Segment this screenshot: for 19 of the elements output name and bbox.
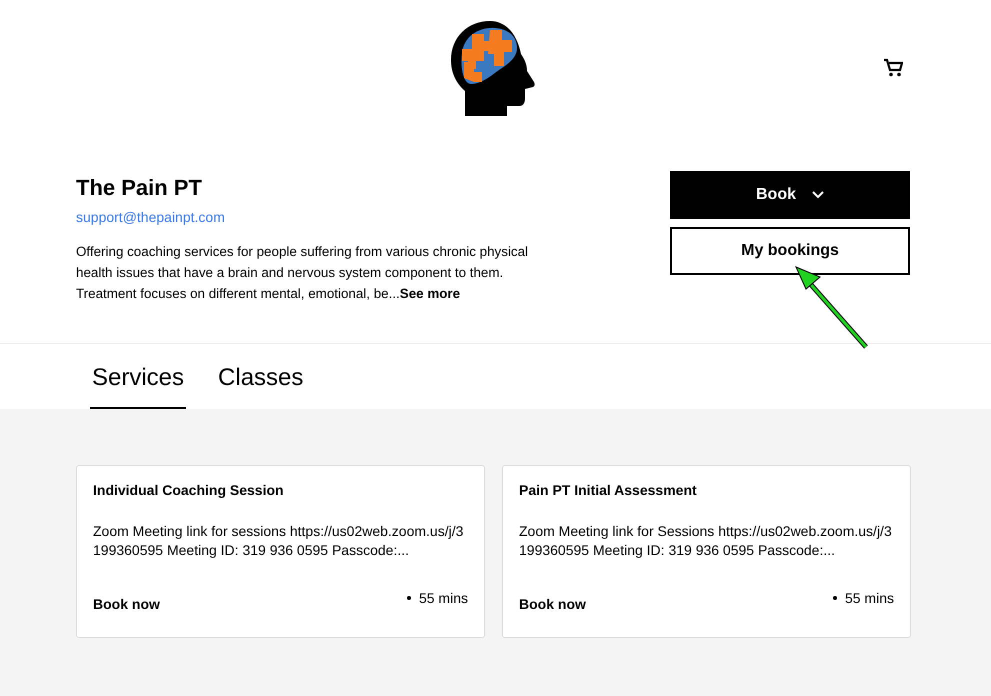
business-description: Offering coaching services for people suffering from various chronic physical health issues that have a brain and nervous system component to them. Treatment focuses on different mental, emotional, be...See more (76, 243, 530, 303)
service-description: Zoom Meeting link for Sessions https://us02web.zoom.us/j/3199360595 Meeting ID: 319 936 0595 Passcode:... (519, 522, 893, 560)
service-duration: 55 mins (844, 590, 894, 606)
bullet-icon (406, 596, 411, 600)
email-link[interactable]: support@thepainpt.com (76, 209, 225, 225)
cart-icon[interactable] (883, 58, 903, 78)
business-name: The Pain PT (76, 174, 203, 202)
chevron-icon (812, 191, 824, 199)
service-description: Zoom Meeting link for sessions https://us02web.zoom.us/j/3199360595 Meeting ID: 319 936 0595 Passcode:... (93, 522, 464, 560)
book-button[interactable]: Book (670, 171, 910, 219)
book-now-link[interactable]: Book now (519, 596, 586, 612)
service-title: Pain PT Initial Assessment (519, 482, 698, 498)
tab[interactable]: Classes (216, 344, 306, 409)
service-title: Individual Coaching Session (93, 482, 285, 498)
book-now-link[interactable]: Book now (93, 596, 160, 612)
bullet-icon (832, 596, 837, 600)
service-duration: 55 mins (418, 590, 468, 606)
my-bookings-button[interactable]: My bookings (670, 227, 910, 275)
see-more-link[interactable]: See more (400, 286, 460, 301)
